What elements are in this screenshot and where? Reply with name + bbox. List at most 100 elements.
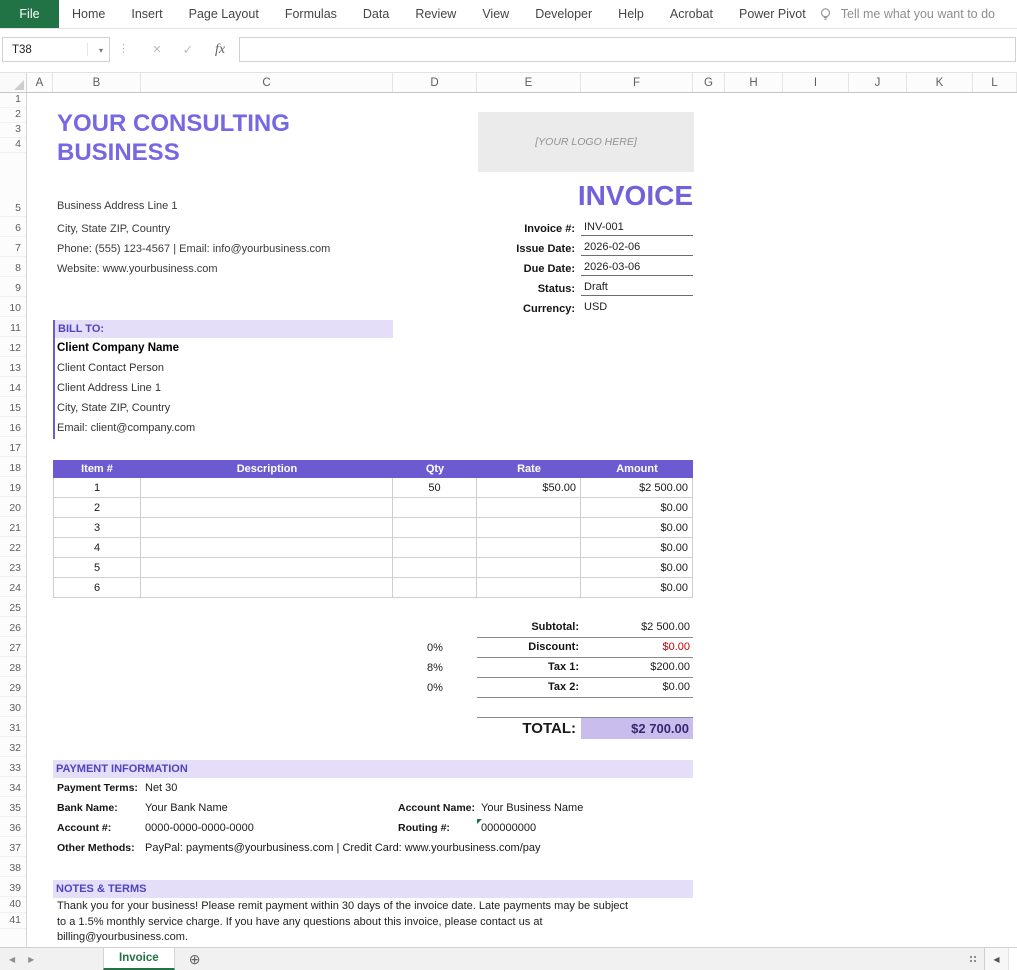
column-header[interactable]: E (477, 73, 581, 92)
row-header[interactable]: 10 (0, 297, 26, 317)
row-header[interactable]: 22 (0, 537, 26, 557)
row-header[interactable]: 16 (0, 417, 26, 437)
item-number-cell[interactable]: 1 (53, 478, 141, 498)
row-header[interactable]: 32 (0, 737, 26, 757)
row-header[interactable]: 14 (0, 377, 26, 397)
row-header[interactable]: 27 (0, 637, 26, 657)
payment-left-value[interactable]: Your Bank Name (145, 798, 228, 818)
bill-to-line[interactable]: Client Address Line 1 (57, 378, 393, 398)
item-qty-cell[interactable] (393, 518, 477, 538)
invoice-meta-value[interactable]: 2026-02-06 (581, 240, 693, 256)
sheet-nav-right-icon[interactable]: ▶ (28, 955, 34, 964)
business-address-line[interactable]: Phone: (555) 123-4567 | Email: info@your… (57, 239, 330, 259)
payment-left-value[interactable]: Net 30 (145, 778, 177, 798)
totals-percent-cell[interactable]: 8% (393, 658, 477, 678)
row-header[interactable]: 23 (0, 557, 26, 577)
hscroll-left-icon[interactable]: ◀ (985, 948, 1009, 970)
row-header[interactable]: 39 (0, 877, 26, 897)
business-address-line[interactable]: Business Address Line 1 (57, 196, 330, 216)
name-box-dropdown-icon[interactable]: ▾ (99, 46, 103, 55)
notes-line[interactable]: billing@yourbusiness.com. (57, 930, 628, 946)
item-amount-cell[interactable]: $0.00 (581, 498, 693, 518)
row-header[interactable]: 20 (0, 497, 26, 517)
item-qty-cell[interactable] (393, 538, 477, 558)
row-header[interactable]: 30 (0, 697, 26, 717)
totals-value-cell[interactable]: $2 500.00 (581, 618, 693, 637)
row-header[interactable]: 25 (0, 597, 26, 617)
items-table-header-cell[interactable]: Amount (581, 460, 693, 478)
invoice-meta-value[interactable]: Draft (581, 280, 693, 296)
row-header[interactable]: 6 (0, 217, 26, 237)
bill-to-line[interactable]: Client Company Name (57, 338, 393, 358)
invoice-meta-value[interactable]: 2026-03-06 (581, 260, 693, 276)
ribbon-tab[interactable]: Power Pivot (726, 0, 819, 28)
payment-left-value[interactable]: PayPal: payments@yourbusiness.com | Cred… (145, 838, 541, 858)
row-header[interactable]: 13 (0, 357, 26, 377)
company-name[interactable]: YOUR CONSULTING BUSINESS (57, 109, 290, 167)
item-description-cell[interactable] (141, 478, 393, 498)
item-qty-cell[interactable] (393, 578, 477, 598)
column-header[interactable]: A (27, 73, 53, 92)
item-number-cell[interactable]: 2 (53, 498, 141, 518)
business-address-line[interactable]: City, State ZIP, Country (57, 219, 330, 239)
row-header[interactable]: 38 (0, 857, 26, 877)
row-header[interactable]: 9 (0, 277, 26, 297)
row-header[interactable]: 7 (0, 237, 26, 257)
item-rate-cell[interactable] (477, 558, 581, 578)
row-header[interactable]: 34 (0, 777, 26, 797)
item-number-cell[interactable]: 3 (53, 518, 141, 538)
payment-right-value[interactable]: 000000000 (481, 818, 536, 838)
row-header[interactable]: 21 (0, 517, 26, 537)
cancel-icon[interactable]: × (143, 37, 171, 62)
row-header[interactable]: 4 (0, 138, 26, 153)
add-sheet-icon[interactable]: ⊕ (175, 948, 215, 970)
column-header[interactable]: L (973, 73, 1017, 92)
tab-splitter-grip[interactable] (970, 956, 972, 958)
insert-function-icon[interactable]: fx (206, 37, 234, 62)
payment-right-value[interactable]: Your Business Name (481, 798, 583, 818)
ribbon-tab[interactable]: Formulas (272, 0, 350, 28)
totals-percent-cell[interactable] (393, 618, 477, 638)
row-header[interactable]: 11 (0, 317, 26, 337)
invoice-meta-value[interactable]: USD (581, 300, 693, 316)
tell-me-box[interactable]: Tell me what you want to do (818, 0, 995, 28)
item-number-cell[interactable]: 6 (53, 578, 141, 598)
enter-icon[interactable]: ✓ (174, 37, 202, 62)
row-header[interactable]: 5 (0, 153, 26, 217)
invoice-meta-value[interactable]: INV-001 (581, 220, 693, 236)
item-amount-cell[interactable]: $0.00 (581, 558, 693, 578)
bill-to-line[interactable]: City, State ZIP, Country (57, 398, 393, 418)
ribbon-tab[interactable]: Developer (522, 0, 605, 28)
item-description-cell[interactable] (141, 518, 393, 538)
business-address-line[interactable]: Website: www.yourbusiness.com (57, 259, 330, 279)
item-rate-cell[interactable] (477, 538, 581, 558)
totals-percent-cell[interactable]: 0% (393, 678, 477, 698)
items-table-header-cell[interactable]: Item # (53, 460, 141, 478)
column-header[interactable]: I (783, 73, 849, 92)
ribbon-tab[interactable]: Data (350, 0, 402, 28)
column-header[interactable]: F (581, 73, 693, 92)
row-header[interactable]: 12 (0, 337, 26, 357)
row-header[interactable]: 31 (0, 717, 26, 737)
column-header[interactable]: G (693, 73, 725, 92)
formula-bar-input[interactable] (239, 37, 1016, 62)
hscroll-track[interactable] (1009, 948, 1017, 970)
item-rate-cell[interactable] (477, 518, 581, 538)
item-rate-cell[interactable] (477, 578, 581, 598)
totals-value-cell[interactable]: $0.00 (581, 638, 693, 657)
item-description-cell[interactable] (141, 578, 393, 598)
ribbon-tab[interactable]: Review (402, 0, 469, 28)
payment-left-value[interactable]: 0000-0000-0000-0000 (145, 818, 254, 838)
bill-to-line[interactable]: Email: client@company.com (57, 418, 393, 438)
item-rate-cell[interactable]: $50.00 (477, 478, 581, 498)
row-header[interactable]: 35 (0, 797, 26, 817)
item-number-cell[interactable]: 4 (53, 538, 141, 558)
row-header[interactable]: 17 (0, 437, 26, 457)
sheet-tab-invoice[interactable]: Invoice (103, 948, 175, 970)
sheet-nav-left-icon[interactable]: ◀ (9, 955, 15, 964)
totals-value-cell[interactable]: $200.00 (581, 658, 693, 677)
items-table-header-cell[interactable]: Description (141, 460, 393, 478)
item-description-cell[interactable] (141, 538, 393, 558)
column-header[interactable]: C (141, 73, 393, 92)
item-qty-cell[interactable]: 50 (393, 478, 477, 498)
